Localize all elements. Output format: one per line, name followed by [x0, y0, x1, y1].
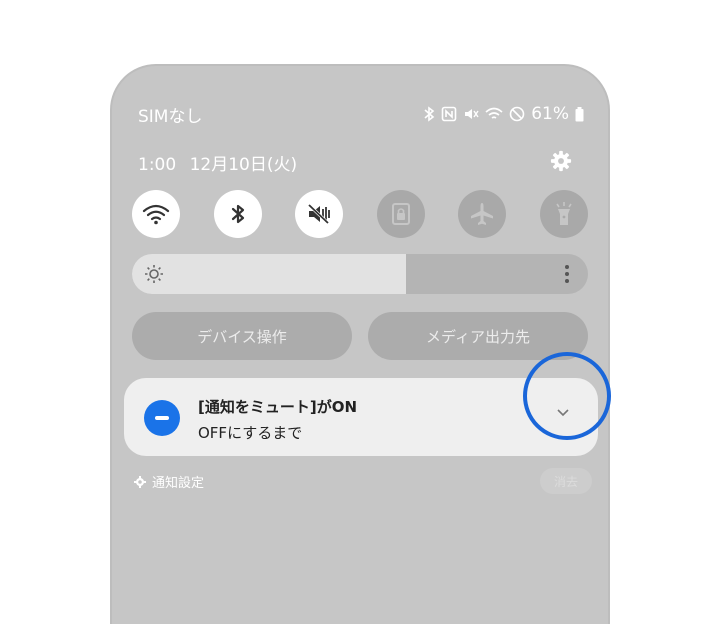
clear-button[interactable]: 消去 [540, 468, 592, 494]
notification-panel: SIMなし 61% 1:00 12月10日(火) デバイス操作 メディア出力先 … [110, 64, 610, 624]
bluetooth-icon [424, 106, 435, 122]
wifi-icon [485, 107, 503, 119]
wifi-icon [142, 204, 170, 225]
screen-lock-toggle[interactable] [376, 190, 425, 238]
mute-icon [465, 109, 479, 119]
dnd-icon [509, 106, 525, 122]
notification-body: OFFにするまで [198, 424, 303, 442]
airplane-icon [471, 203, 494, 225]
bluetooth-toggle[interactable] [213, 190, 262, 238]
media-output-label: メディア出力先 [426, 327, 530, 346]
mute-icon [308, 203, 331, 225]
brightness-fill [132, 254, 406, 294]
date-time: 1:00 12月10日(火) [138, 150, 297, 175]
nfc-icon [441, 106, 457, 122]
device-control-button[interactable]: デバイス操作 [132, 312, 352, 360]
wifi-toggle[interactable] [132, 190, 180, 238]
notification-settings-link[interactable]: 通知設定 [134, 472, 204, 491]
battery-percent: 61% [531, 104, 569, 124]
more-options-icon[interactable] [564, 264, 570, 284]
settings-gear-icon[interactable] [550, 150, 572, 172]
battery-icon [575, 106, 584, 121]
brightness-icon [145, 265, 163, 283]
device-control-label: デバイス操作 [197, 327, 287, 346]
clock-time: 1:00 [138, 155, 177, 175]
highlight-circle [523, 352, 611, 440]
flashlight-icon [556, 202, 572, 225]
status-bar: SIMなし 61% [138, 102, 584, 127]
mute-toggle[interactable] [295, 190, 344, 238]
bluetooth-icon [231, 204, 244, 224]
carrier-label: SIMなし [138, 106, 203, 127]
lock-icon [391, 203, 410, 225]
airplane-mode-toggle[interactable] [458, 190, 507, 238]
status-icons: 61% [423, 104, 584, 124]
clock-date: 12月10日(火) [189, 155, 298, 175]
dnd-icon [144, 400, 180, 436]
quick-settings-row [132, 190, 588, 238]
clear-label: 消去 [553, 474, 578, 489]
brightness-slider[interactable] [132, 254, 588, 294]
notification-settings-label: 通知設定 [152, 476, 205, 491]
gear-icon [134, 475, 146, 488]
flashlight-toggle[interactable] [539, 190, 588, 238]
notification-title: [通知をミュート]がON [198, 398, 358, 416]
